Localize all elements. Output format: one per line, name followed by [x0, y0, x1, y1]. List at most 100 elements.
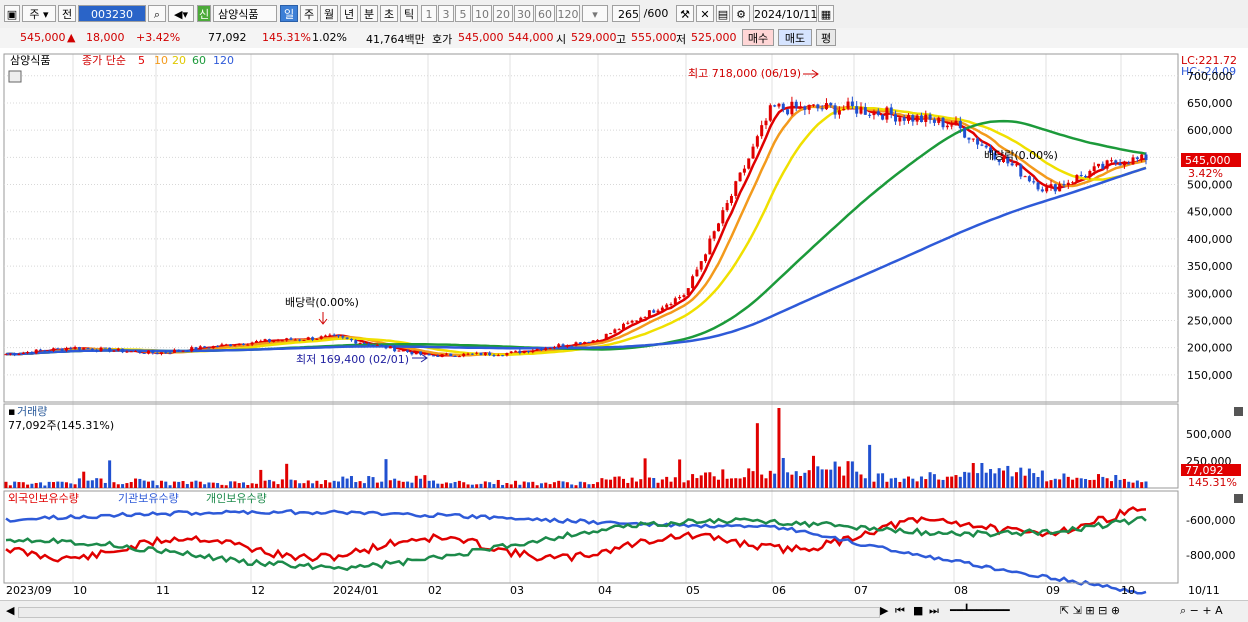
volume-bar: [725, 478, 729, 488]
volume-bar: [535, 485, 539, 488]
menu-icon[interactable]: ▣: [4, 5, 20, 22]
candle-body: [151, 350, 155, 354]
num-1[interactable]: 1: [421, 5, 437, 22]
candle-body: [539, 348, 543, 351]
volume-bar: [682, 482, 686, 488]
chart-area[interactable]: 삼양식품 종가 단순 5 10 20 60 120 LC:221.72 HC:-…: [0, 48, 1248, 600]
candle-body: [207, 347, 211, 349]
eval-button[interactable]: 평: [816, 29, 836, 46]
volume-bar: [293, 480, 297, 488]
volume-bar: [898, 481, 902, 488]
zoom-icon[interactable]: ⌕ − + A: [1180, 604, 1223, 618]
period-minute[interactable]: 분: [360, 5, 378, 22]
candle-body: [837, 110, 841, 115]
quote-low: 525,000: [691, 31, 737, 44]
candle-body: [850, 101, 854, 107]
volume-bar: [1114, 474, 1118, 488]
candle-body: [1092, 166, 1096, 171]
candle-body: [345, 337, 349, 339]
volume-bar: [570, 484, 574, 488]
code-type[interactable]: 전: [58, 5, 76, 22]
code-input[interactable]: 003230: [78, 5, 146, 22]
tool-icon[interactable]: ⚒: [676, 5, 694, 22]
gear-icon[interactable]: ⚙: [732, 5, 750, 22]
num-5[interactable]: 5: [455, 5, 471, 22]
volume-bar: [358, 481, 362, 488]
period-tick[interactable]: 틱: [400, 5, 418, 22]
zoom-slider-icon[interactable]: ━━┻━━━━━━: [950, 604, 1010, 617]
volume-bar: [1006, 465, 1010, 488]
hold-tick-600k: -600,000: [1186, 514, 1235, 527]
volume-bar: [306, 480, 310, 488]
period-day[interactable]: 일: [280, 5, 298, 22]
candle-body: [803, 106, 807, 110]
volume-bar: [168, 485, 172, 488]
volume-bar: [134, 478, 138, 488]
num-120[interactable]: 120: [556, 5, 580, 22]
volume-close-icon[interactable]: [1234, 407, 1243, 416]
holding-close-icon[interactable]: [1234, 494, 1243, 503]
price-tick-label: 650,000: [1187, 97, 1233, 110]
x-tick-label: 2024/01: [333, 584, 379, 597]
price-tick-label: 450,000: [1187, 206, 1233, 219]
candle-body: [4, 354, 8, 356]
scrollbar[interactable]: [18, 607, 880, 618]
crosshair-icon[interactable]: ✕: [696, 5, 714, 22]
volume-bar: [384, 459, 388, 488]
quote-open: 529,000: [571, 31, 617, 44]
count-input[interactable]: 265: [612, 5, 640, 22]
candle-body: [293, 339, 297, 341]
open-label: 시: [556, 33, 567, 46]
num-60[interactable]: 60: [535, 5, 555, 22]
x-tick-label: 03: [510, 584, 524, 597]
period-week[interactable]: 주: [300, 5, 318, 22]
candle-body: [1032, 181, 1036, 183]
volume-bar: [324, 480, 328, 488]
candle-body: [280, 340, 284, 342]
volume-bar: [112, 482, 116, 488]
candle-body: [894, 114, 898, 122]
scroll-left-icon[interactable]: ◀: [6, 604, 14, 617]
candle-body: [414, 351, 418, 355]
volume-tag-icon: ▪: [8, 405, 15, 418]
num-10[interactable]: 10: [472, 5, 492, 22]
candle-body: [1023, 176, 1027, 178]
date-input[interactable]: 2024/10/11: [753, 5, 817, 22]
volume-bar: [1131, 482, 1135, 488]
period-year[interactable]: 년: [340, 5, 358, 22]
num-20[interactable]: 20: [493, 5, 513, 22]
candle-body: [349, 338, 353, 341]
scroll-right-icon[interactable]: ▶: [880, 604, 888, 617]
candle-body: [233, 345, 237, 347]
num-30[interactable]: 30: [514, 5, 534, 22]
first-icon[interactable]: ⏮: [895, 604, 905, 618]
stop-icon[interactable]: ■: [913, 604, 923, 617]
volume-bar: [1023, 475, 1027, 488]
candle-body: [73, 347, 77, 349]
num-3[interactable]: 3: [438, 5, 454, 22]
market-select[interactable]: 주 ▾: [22, 5, 56, 22]
num-dropdown[interactable]: ▾: [582, 5, 608, 22]
candle-body: [945, 125, 949, 128]
save-icon[interactable]: ▤: [716, 5, 730, 22]
period-second[interactable]: 초: [380, 5, 398, 22]
volume-bar: [859, 474, 863, 488]
period-month[interactable]: 월: [320, 5, 338, 22]
sell-button[interactable]: 매도: [778, 29, 812, 46]
candle-body: [440, 354, 444, 357]
search-icon[interactable]: ⌕: [148, 5, 166, 22]
volume-bar: [414, 475, 418, 488]
volume-bar: [21, 482, 25, 488]
volume-bar: [13, 481, 17, 488]
volume-bar: [1014, 472, 1018, 488]
last-icon[interactable]: ⏭: [929, 604, 939, 618]
volume-bar: [483, 481, 487, 488]
tools-icons[interactable]: ⇱ ⇲ ⊞ ⊟ ⊕: [1060, 604, 1120, 617]
calendar-icon[interactable]: ▦: [818, 5, 834, 22]
buy-button[interactable]: 매수: [742, 29, 774, 46]
volume-bar: [712, 476, 716, 488]
calc-icon[interactable]: [8, 70, 22, 83]
volume-bar: [794, 471, 798, 488]
speaker-icon[interactable]: ◀▾: [168, 5, 194, 22]
candle-body: [34, 349, 38, 354]
